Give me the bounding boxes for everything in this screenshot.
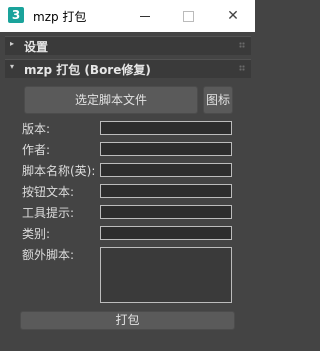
window-title: mzp 打包 (33, 10, 87, 24)
tooltip-label: 工具提示: (22, 206, 75, 220)
version-label: 版本: (22, 122, 51, 136)
title-bar[interactable]: 3 mzp 打包 ✕ (0, 0, 255, 32)
button-text-label: 按钮文本: (22, 185, 75, 199)
script-name-field[interactable] (100, 163, 232, 177)
script-name-label: 脚本名称(英): (22, 164, 96, 178)
3dsmax-app-icon: 3 (8, 7, 24, 23)
maximize-button[interactable] (166, 0, 210, 32)
rollout-mzp-pack-label: mzp 打包 (Bore修复) (24, 63, 151, 77)
button-text-field[interactable] (100, 184, 232, 198)
extra-scripts-list[interactable] (100, 247, 232, 303)
close-icon: ✕ (227, 8, 239, 24)
maximize-icon (182, 10, 194, 22)
collapse-arrow-icon: ▾ (10, 62, 15, 71)
close-button[interactable]: ✕ (211, 0, 255, 32)
minimize-button[interactable] (123, 0, 167, 32)
drag-grip-icon[interactable] (239, 42, 245, 48)
pack-button[interactable]: 打包 (20, 311, 235, 330)
expand-arrow-icon: ▸ (10, 39, 15, 48)
select-script-file-button[interactable]: 选定脚本文件 (24, 86, 198, 114)
minimize-icon (140, 15, 150, 17)
rollout-settings-label: 设置 (24, 40, 49, 54)
drag-grip-icon[interactable] (239, 65, 245, 71)
rollout-settings-header[interactable]: ▸ 设置 (5, 36, 251, 55)
category-label: 类别: (22, 227, 51, 241)
tooltip-field[interactable] (100, 205, 232, 219)
version-field[interactable] (100, 121, 232, 135)
rollout-mzp-pack-header[interactable]: ▾ mzp 打包 (Bore修复) (5, 59, 251, 78)
category-field[interactable] (100, 226, 232, 240)
icon-button[interactable]: 图标 (203, 86, 233, 114)
author-field[interactable] (100, 142, 232, 156)
extra-scripts-label: 额外脚本: (22, 248, 75, 262)
author-label: 作者: (22, 143, 51, 157)
